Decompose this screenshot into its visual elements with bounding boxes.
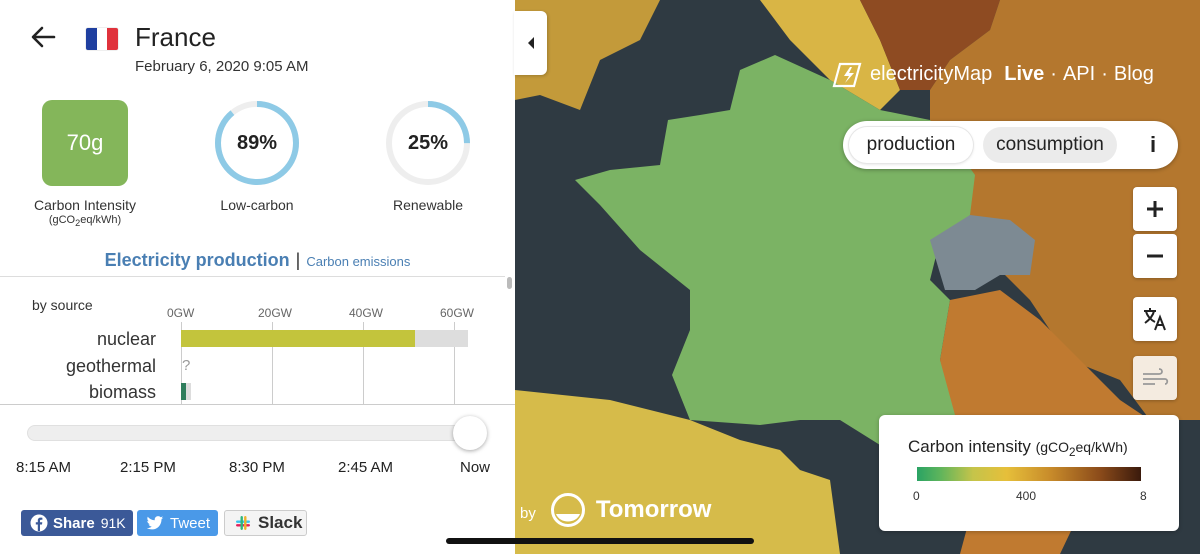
legend-unit-suffix: eq/kWh) bbox=[1075, 439, 1128, 455]
flag-stripe-white bbox=[96, 28, 108, 50]
chart-divider bbox=[0, 404, 515, 405]
translate-icon bbox=[1144, 308, 1166, 331]
brand-separator: · bbox=[1101, 62, 1108, 85]
source-label: geothermal bbox=[65, 356, 156, 376]
collapse-panel-button[interactable] bbox=[514, 11, 547, 75]
tomorrow-logo-icon bbox=[550, 493, 585, 527]
wind-layer-button[interactable] bbox=[1133, 356, 1177, 400]
brand-separator: · bbox=[1050, 62, 1057, 85]
x-tick-label: 40GW bbox=[349, 306, 384, 320]
electricitymap-logo-icon bbox=[832, 62, 862, 88]
sponsor-name: Tomorrow bbox=[595, 496, 712, 523]
time-label: 8:30 PM bbox=[229, 459, 285, 476]
brand-bar: electricityMap Live · API · Blog bbox=[830, 60, 1154, 88]
x-tick-label: 20GW bbox=[258, 306, 293, 320]
flag-stripe-red bbox=[107, 28, 118, 50]
legend-tick: 400 bbox=[1016, 489, 1037, 503]
low-carbon-label: Low-carbon bbox=[220, 197, 294, 213]
unit-prefix: (gCO bbox=[48, 214, 76, 226]
home-indicator bbox=[446, 538, 754, 544]
language-button[interactable] bbox=[1133, 297, 1177, 341]
legend-title: Carbon intensity (gCO2eq/kWh) bbox=[908, 437, 1128, 459]
blog-link[interactable]: Blog bbox=[1114, 63, 1154, 86]
legend-tick: 0 bbox=[913, 489, 920, 503]
live-link[interactable]: Live bbox=[1004, 63, 1044, 86]
unit-suffix: eq/kWh) bbox=[80, 214, 122, 226]
caret-left-icon bbox=[527, 37, 534, 49]
x-tick-label: 60GW bbox=[440, 306, 475, 320]
production-toggle-option[interactable]: production bbox=[849, 127, 973, 163]
brand-name: electricityMap bbox=[870, 62, 993, 85]
facebook-share-label: Share bbox=[53, 514, 95, 532]
time-label: 8:15 AM bbox=[16, 459, 72, 476]
chart-title: by source bbox=[32, 297, 93, 313]
legend-tick: 8 bbox=[1140, 489, 1147, 503]
tab-carbon-emissions[interactable]: Carbon emissions bbox=[306, 254, 410, 269]
time-label: 2:15 PM bbox=[120, 459, 176, 476]
slack-label: Slack bbox=[258, 513, 303, 532]
production-bar[interactable] bbox=[181, 330, 416, 347]
tab-separator: | bbox=[295, 250, 301, 270]
legend-gradient-bar bbox=[917, 467, 1141, 481]
twitter-tweet-button[interactable]: Tweet bbox=[137, 510, 218, 536]
datetime: February 6, 2020 9:05 AM bbox=[135, 58, 309, 75]
legend-unit: (gCO2eq/kWh) bbox=[1035, 439, 1128, 459]
country-name: France bbox=[135, 22, 216, 52]
tab-electricity-production[interactable]: Electricity production bbox=[105, 250, 290, 270]
france-flag-icon bbox=[86, 28, 118, 50]
facebook-share-button[interactable]: Share 91K bbox=[21, 510, 133, 536]
plus-icon bbox=[1147, 201, 1163, 217]
carbon-intensity-unit: (gCO2eq/kWh) bbox=[0, 214, 170, 228]
renewable-label: Renewable bbox=[392, 197, 464, 213]
slack-share-button[interactable]: Slack bbox=[224, 510, 307, 536]
carbon-intensity-label: Carbon Intensity bbox=[34, 197, 136, 213]
info-button[interactable]: i bbox=[1135, 127, 1171, 163]
source-label: nuclear bbox=[96, 329, 156, 349]
production-consumption-toggle: production consumption i bbox=[843, 121, 1178, 169]
panel-scrollbar[interactable] bbox=[507, 277, 512, 289]
time-label: 2:45 AM bbox=[338, 459, 394, 476]
carbon-intensity-badge: 70g bbox=[42, 100, 128, 186]
tomorrow-sponsor[interactable]: by Tomorrow bbox=[520, 492, 711, 528]
renewable-value: 25% bbox=[407, 131, 449, 154]
minus-icon bbox=[1147, 254, 1163, 258]
time-slider-track[interactable] bbox=[27, 425, 477, 441]
time-slider-thumb[interactable] bbox=[453, 416, 487, 450]
twitter-icon bbox=[146, 515, 164, 529]
x-tick-label: 0GW bbox=[167, 306, 195, 320]
carbon-intensity-legend: Carbon intensity (gCO2eq/kWh) 0 400 8 bbox=[879, 415, 1179, 531]
facebook-icon bbox=[30, 514, 48, 532]
carbon-intensity-value: 70g bbox=[66, 130, 104, 155]
twitter-tweet-label: Tweet bbox=[170, 514, 211, 532]
divider bbox=[0, 276, 505, 277]
source-label: biomass bbox=[88, 382, 156, 402]
zoom-out-button[interactable] bbox=[1133, 234, 1177, 278]
back-arrow-icon[interactable] bbox=[28, 22, 58, 52]
consumption-toggle-option[interactable]: consumption bbox=[983, 127, 1117, 163]
slack-icon bbox=[236, 516, 250, 530]
zoom-in-button[interactable] bbox=[1133, 187, 1177, 231]
low-carbon-value: 89% bbox=[236, 131, 278, 154]
facebook-share-count: 91K bbox=[100, 515, 126, 531]
time-label: Now bbox=[460, 459, 491, 476]
legend-title-text: Carbon intensity bbox=[908, 437, 1031, 456]
panel-tabs: Electricity production | Carbon emissions bbox=[0, 250, 515, 271]
legend-unit-prefix: (gCO bbox=[1035, 439, 1070, 455]
flag-stripe-blue bbox=[86, 28, 97, 50]
country-panel: France February 6, 2020 9:05 AM 70g Carb… bbox=[0, 0, 515, 554]
missing-value-mark: ? bbox=[182, 357, 191, 374]
production-bar[interactable] bbox=[181, 383, 187, 400]
sponsor-by: by bbox=[520, 504, 536, 522]
wind-icon bbox=[1143, 368, 1169, 385]
api-link[interactable]: API bbox=[1063, 63, 1095, 86]
